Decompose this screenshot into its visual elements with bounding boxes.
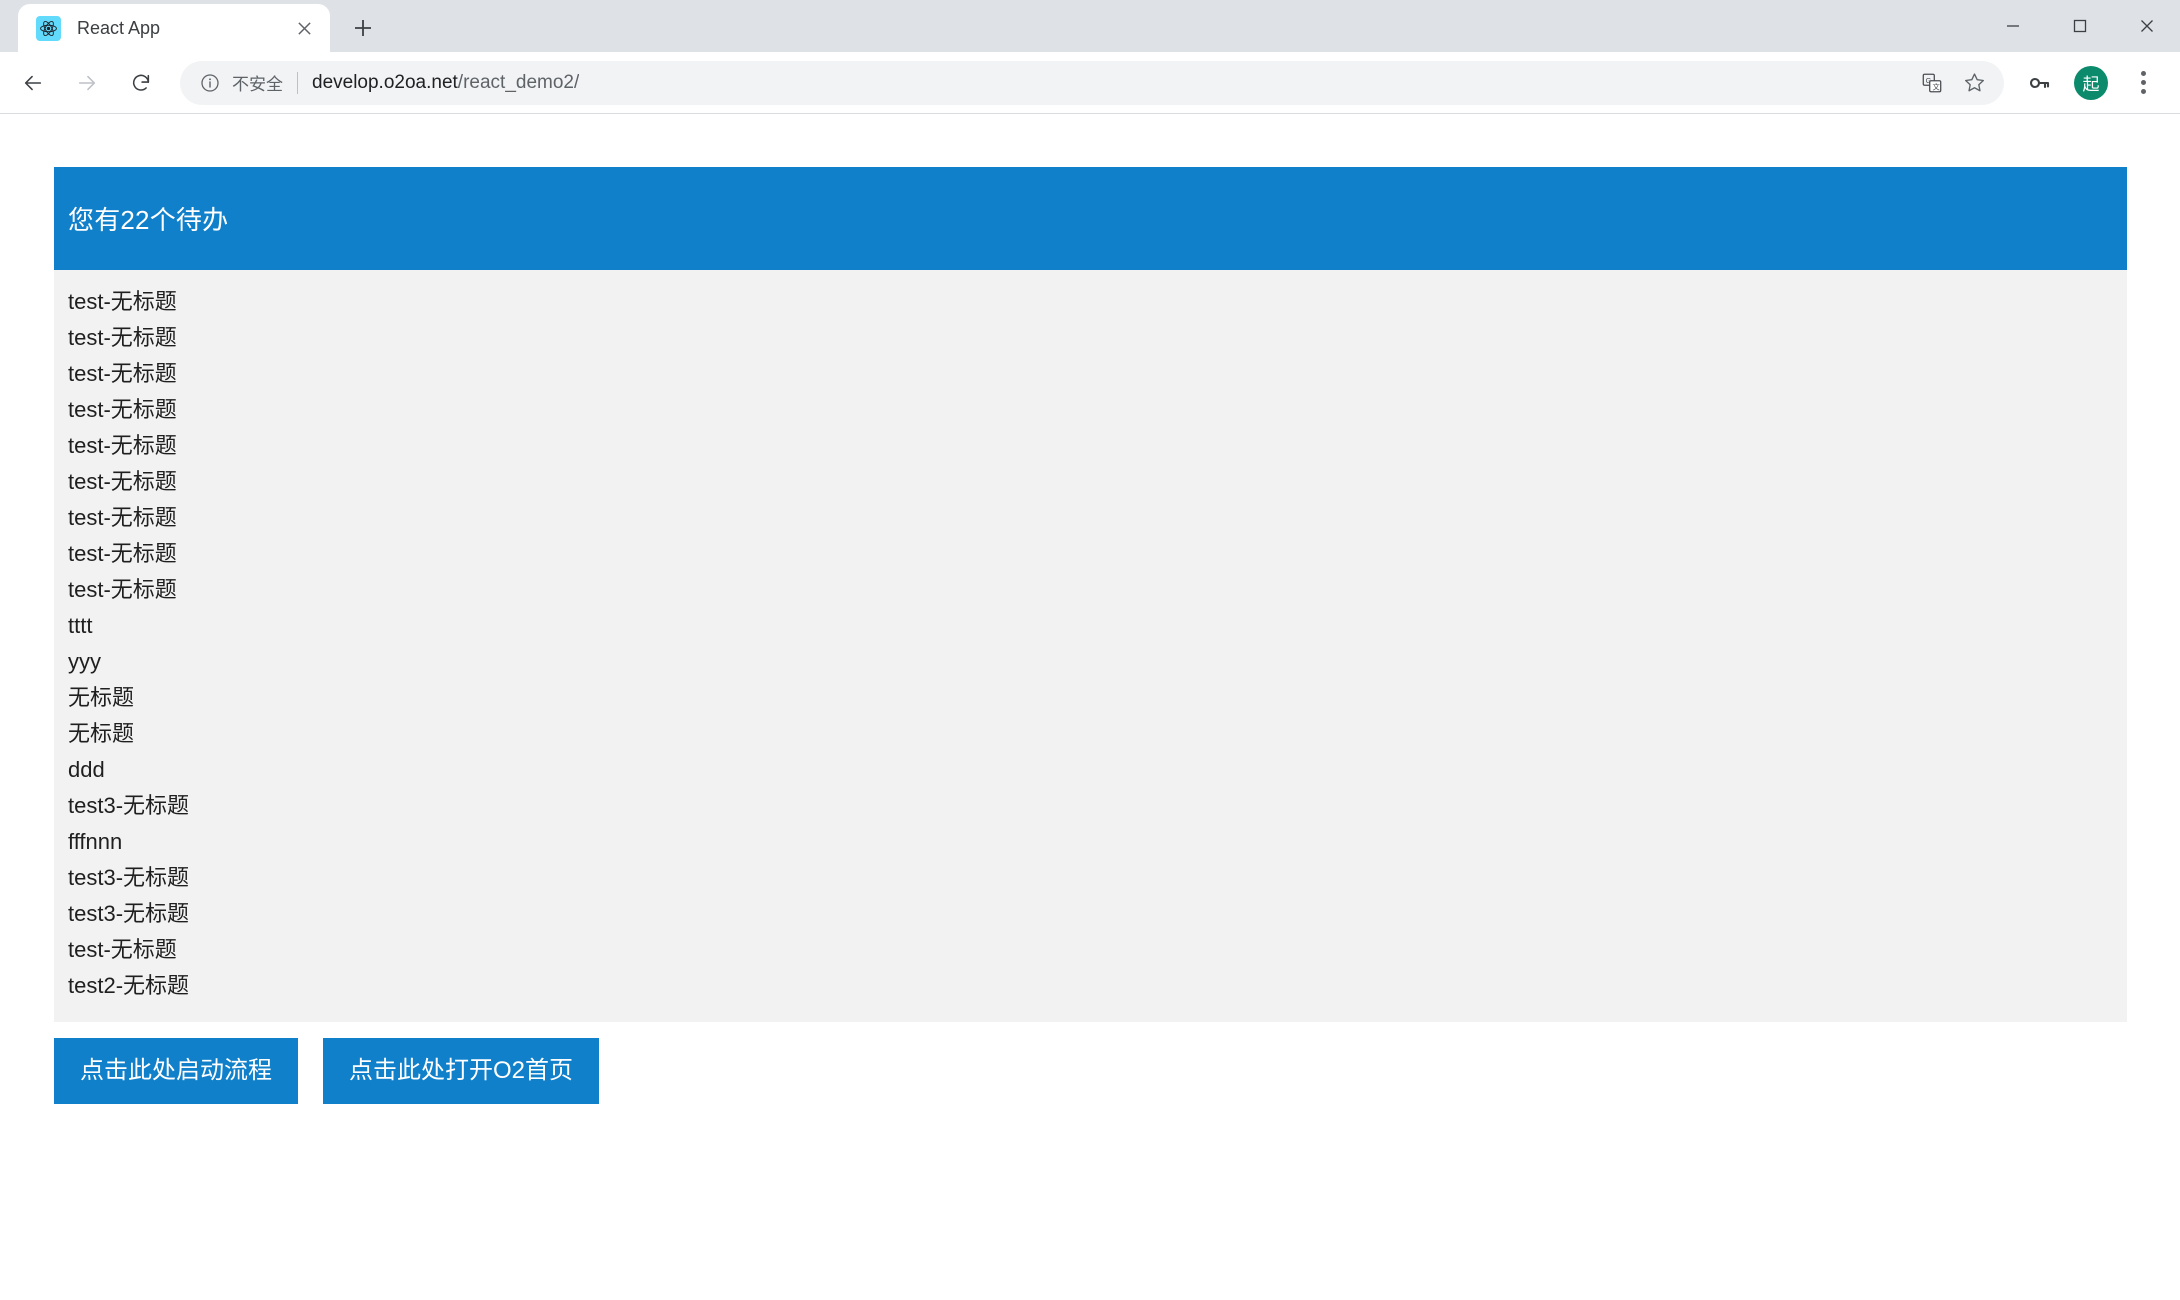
list-item[interactable]: test-无标题 xyxy=(54,428,2127,464)
list-item[interactable]: test3-无标题 xyxy=(54,896,2127,932)
url-host: develop.o2oa.net xyxy=(312,72,458,93)
list-item[interactable]: test-无标题 xyxy=(54,284,2127,320)
browser-toolbar: 不安全 develop.o2oa.net/react_demo2/ G 文 xyxy=(0,52,2180,114)
kebab-dots xyxy=(2141,71,2146,94)
open-o2-home-button[interactable]: 点击此处打开O2首页 xyxy=(323,1038,599,1104)
kebab-dot xyxy=(2141,80,2146,85)
list-item[interactable]: test-无标题 xyxy=(54,536,2127,572)
list-item[interactable]: yyy xyxy=(54,644,2127,680)
list-item[interactable]: test2-无标题 xyxy=(54,968,2127,1004)
kebab-dot xyxy=(2141,71,2146,76)
list-item[interactable]: test3-无标题 xyxy=(54,860,2127,896)
omnibox-actions: G 文 xyxy=(1910,63,1994,103)
react-demo-app: 您有22个待办 test-无标题 test-无标题 test-无标题 test-… xyxy=(54,167,2127,1104)
omnibox-divider xyxy=(297,72,298,94)
page-viewport: 您有22个待办 test-无标题 test-无标题 test-无标题 test-… xyxy=(0,114,2180,1300)
minimize-icon[interactable] xyxy=(1979,0,2046,52)
react-logo-icon xyxy=(36,16,61,41)
todo-header: 您有22个待办 xyxy=(54,167,2127,270)
svg-text:文: 文 xyxy=(1933,82,1941,91)
kebab-dot xyxy=(2141,89,2146,94)
maximize-icon[interactable] xyxy=(2046,0,2113,52)
tab-react-app[interactable]: React App xyxy=(18,4,330,52)
list-item[interactable]: test-无标题 xyxy=(54,572,2127,608)
page-title: 您有22个待办 xyxy=(68,200,228,237)
browser-window: React App xyxy=(0,0,2180,1300)
plus-icon[interactable] xyxy=(342,7,384,49)
forward-arrow-icon xyxy=(63,59,111,107)
url-path: /react_demo2/ xyxy=(458,72,579,93)
list-item[interactable]: test3-无标题 xyxy=(54,788,2127,824)
action-button-row: 点击此处启动流程 点击此处打开O2首页 xyxy=(54,1038,2127,1104)
url-text: develop.o2oa.net/react_demo2/ xyxy=(312,72,579,94)
list-item[interactable]: tttt xyxy=(54,608,2127,644)
list-item[interactable]: fffnnn xyxy=(54,824,2127,860)
window-controls xyxy=(1979,0,2180,52)
list-item[interactable]: 无标题 xyxy=(54,680,2127,716)
reload-icon[interactable] xyxy=(117,59,165,107)
close-icon[interactable] xyxy=(290,14,318,42)
avatar-label: 起 xyxy=(2074,66,2108,100)
key-icon[interactable] xyxy=(2016,60,2062,106)
info-circle-icon[interactable] xyxy=(198,71,222,95)
star-icon[interactable] xyxy=(1954,63,1994,103)
list-item[interactable]: test-无标题 xyxy=(54,356,2127,392)
list-item[interactable]: ddd xyxy=(54,752,2127,788)
back-arrow-icon[interactable] xyxy=(9,59,57,107)
list-item[interactable]: test-无标题 xyxy=(54,500,2127,536)
list-item[interactable]: test-无标题 xyxy=(54,464,2127,500)
list-item[interactable]: test-无标题 xyxy=(54,392,2127,428)
todo-list: test-无标题 test-无标题 test-无标题 test-无标题 test… xyxy=(54,270,2127,1022)
window-close-icon[interactable] xyxy=(2113,0,2180,52)
address-bar[interactable]: 不安全 develop.o2oa.net/react_demo2/ G 文 xyxy=(180,61,2004,105)
avatar[interactable]: 起 xyxy=(2068,60,2114,106)
kebab-menu-icon[interactable] xyxy=(2120,60,2166,106)
translate-icon[interactable]: G 文 xyxy=(1912,63,1952,103)
list-item[interactable]: 无标题 xyxy=(54,716,2127,752)
list-item[interactable]: test-无标题 xyxy=(54,932,2127,968)
tab-strip: React App xyxy=(0,0,2180,52)
list-item[interactable]: test-无标题 xyxy=(54,320,2127,356)
start-process-button[interactable]: 点击此处启动流程 xyxy=(54,1038,298,1104)
security-status-label: 不安全 xyxy=(232,70,283,95)
tab-title: React App xyxy=(77,18,290,39)
